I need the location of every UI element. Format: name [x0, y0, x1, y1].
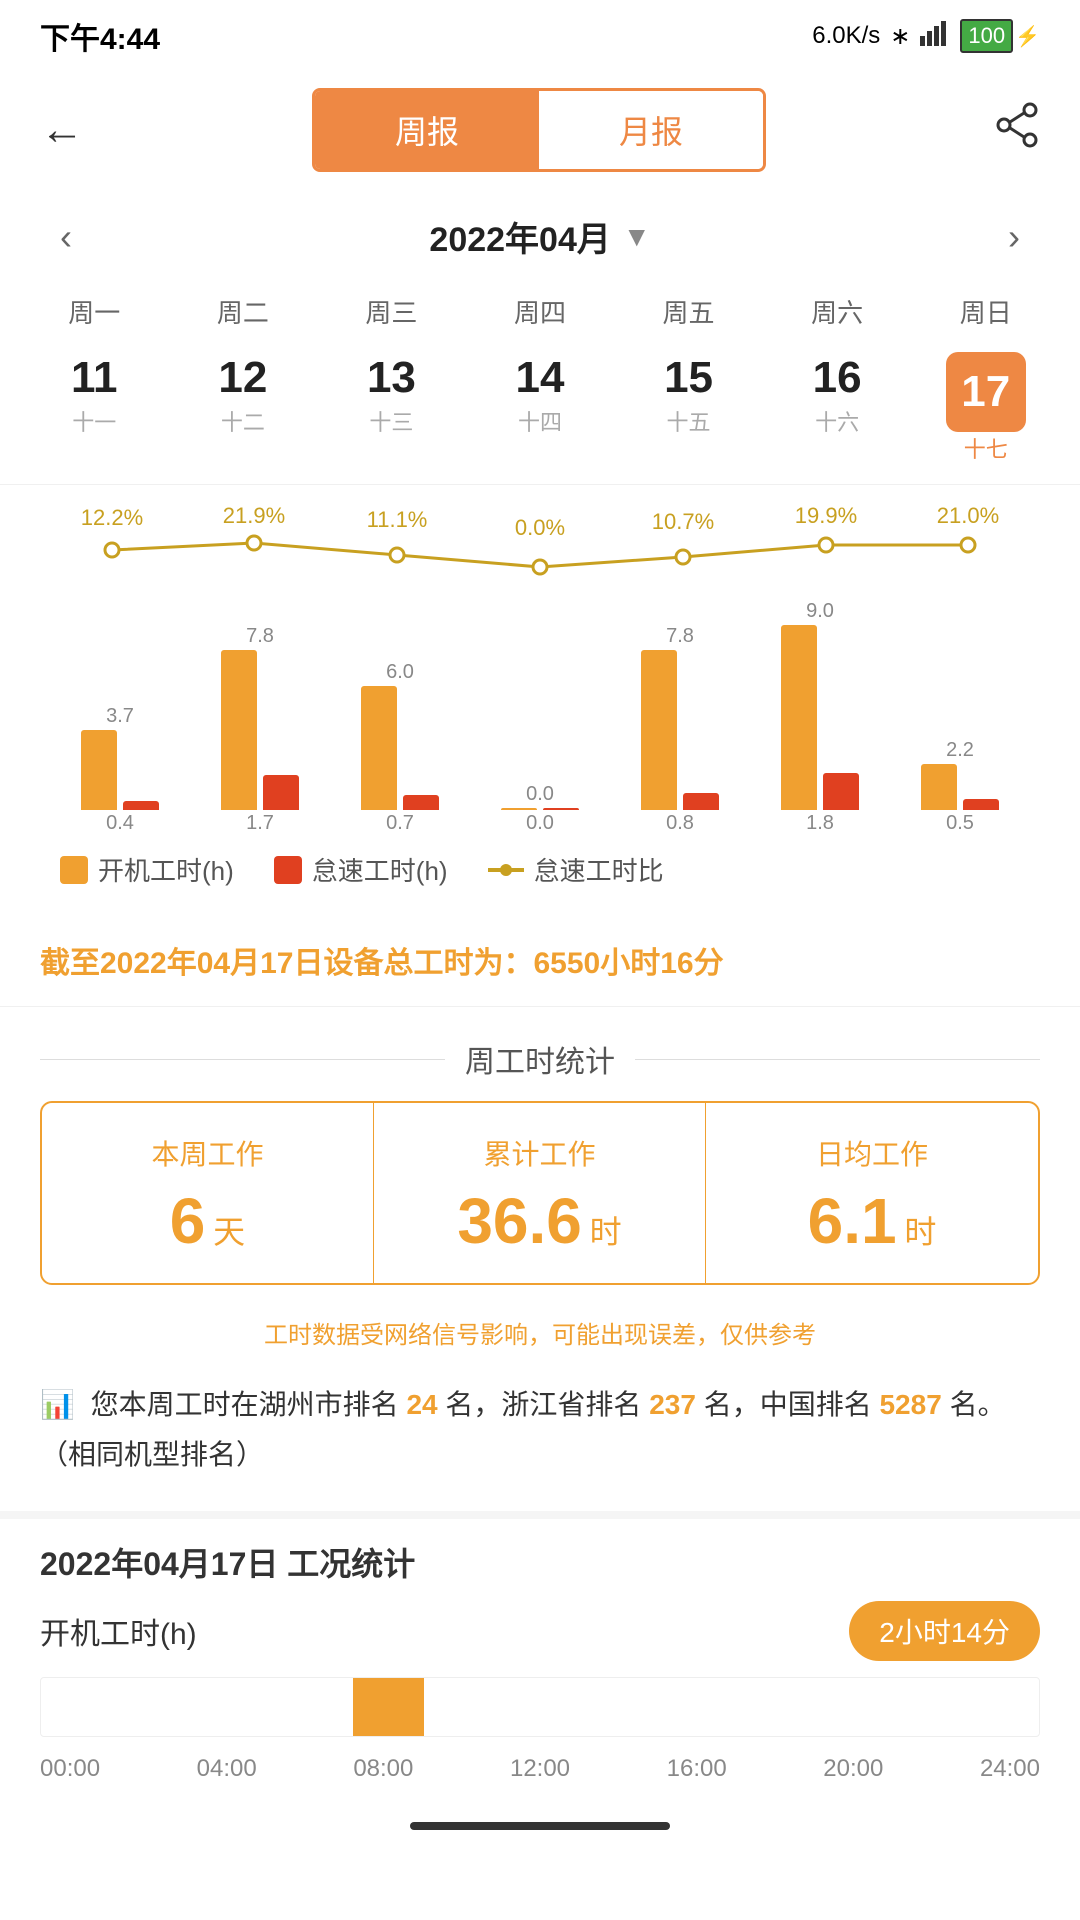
cal-day-14[interactable]: 14 十四: [466, 342, 615, 474]
ranking-icon: 📊: [40, 1389, 75, 1420]
bar-group-3: 6.0 0.7: [361, 661, 439, 835]
hours-row: 开机工时(h) 2小时14分: [40, 1601, 1040, 1661]
daily-stats-title: 2022年04月17日 工况统计: [40, 1539, 1040, 1585]
bottom-bar: [0, 1801, 1080, 1861]
svg-text:10.7%: 10.7%: [652, 509, 714, 534]
legend-orange-swatch: [60, 856, 88, 884]
header: ← 周报 月报: [0, 68, 1080, 192]
calendar-week-header: 周一 周二 周三 周四 周五 周六 周日: [0, 281, 1080, 342]
network-speed: 6.0K/s: [812, 22, 880, 50]
svg-text:11.1%: 11.1%: [367, 507, 428, 532]
cal-prev-button[interactable]: ‹: [60, 216, 72, 258]
line-chart: 12.2% 21.9% 11.1% 0.0% 10.7% 19.9% 21.0%: [40, 505, 1040, 625]
hours-label: 开机工时(h): [40, 1609, 197, 1653]
status-bar: 下午4:44 6.0K/s ∗ 100 ⚡: [0, 0, 1080, 68]
bar-group-5: 7.8 0.8: [641, 625, 719, 835]
legend-item-line: 怠速工时比: [488, 851, 664, 888]
cal-day-12[interactable]: 12 十二: [169, 342, 318, 474]
legend-item-red: 怠速工时(h): [274, 851, 448, 888]
cal-dropdown-icon[interactable]: ▼: [623, 221, 651, 253]
stat-card-cumulative: 累计工作 36.6 时: [374, 1103, 706, 1283]
cal-day-13[interactable]: 13 十三: [317, 342, 466, 474]
tab-monthly[interactable]: 月报: [539, 91, 763, 169]
stat-card-daily-avg: 日均工作 6.1 时: [706, 1103, 1038, 1283]
weekday-tue: 周二: [169, 281, 318, 342]
bar-chart: 3.7 0.4 7.8 1.7 6.0 0.7: [40, 635, 1040, 835]
week-stats-title: 周工时统计: [0, 1007, 1080, 1101]
timeline-active-period: [353, 1678, 424, 1736]
weekday-thu: 周四: [466, 281, 615, 342]
bar-group-7: 2.2 0.5: [921, 739, 999, 835]
cal-day-11[interactable]: 11 十一: [20, 342, 169, 474]
legend-red-swatch: [274, 856, 302, 884]
cal-day-16[interactable]: 16 十六: [763, 342, 912, 474]
legend-item-orange: 开机工时(h): [60, 851, 234, 888]
bar-group-6: 9.0 1.8: [781, 600, 859, 835]
daily-stats-section: 2022年04月17日 工况统计 开机工时(h) 2小时14分 00:00 04…: [0, 1511, 1080, 1801]
weekday-wed: 周三: [317, 281, 466, 342]
svg-text:19.9%: 19.9%: [795, 505, 857, 528]
stats-cards: 本周工作 6 天 累计工作 36.6 时 日均工作 6.1 时: [40, 1101, 1040, 1285]
data-disclaimer: 工时数据受网络信号影响，可能出现误差，仅供参考: [0, 1305, 1080, 1360]
back-button[interactable]: ←: [40, 105, 84, 155]
tab-group: 周报 月报: [312, 88, 766, 172]
svg-text:21.9%: 21.9%: [223, 505, 285, 528]
timeline-labels: 00:00 04:00 08:00 12:00 16:00 20:00 24:0…: [40, 1747, 1040, 1791]
weekday-fri: 周五: [614, 281, 763, 342]
share-button[interactable]: [994, 102, 1040, 159]
legend-line-swatch: [488, 868, 524, 872]
stat-card-weekly: 本周工作 6 天: [42, 1103, 374, 1283]
tab-weekly[interactable]: 周报: [315, 91, 539, 169]
bar-group-4: 0.0 0.0: [501, 783, 579, 835]
chart-legend: 开机工时(h) 怠速工时(h) 怠速工时比: [40, 835, 1040, 904]
status-icons: 6.0K/s ∗ 100 ⚡: [812, 19, 1040, 53]
cal-title: 2022年04月 ▼: [429, 212, 650, 261]
calendar-days: 11 十一 12 十二 13 十三 14 十四 15 十五 16 十六 17 十…: [0, 342, 1080, 484]
svg-text:21.0%: 21.0%: [937, 505, 999, 528]
battery-icon: 100 ⚡: [960, 19, 1040, 53]
cal-day-15[interactable]: 15 十五: [614, 342, 763, 474]
cal-day-17-today[interactable]: 17 十七: [911, 342, 1060, 474]
weekday-sun: 周日: [911, 281, 1060, 342]
signal-icon: [920, 20, 950, 53]
timeline-bar-chart: [40, 1677, 1040, 1737]
chart-section: 12.2% 21.9% 11.1% 0.0% 10.7% 19.9% 21.0%…: [0, 484, 1080, 914]
hours-badge: 2小时14分: [849, 1601, 1040, 1661]
ranking-info: 📊 您本周工时在湖州市排名 24 名，浙江省排名 237 名，中国排名 5287…: [0, 1360, 1080, 1511]
total-hours: 截至2022年04月17日设备总工时为：6550小时16分: [0, 914, 1080, 1007]
calendar-nav: ‹ 2022年04月 ▼ ›: [0, 192, 1080, 281]
bluetooth-icon: ∗: [890, 22, 910, 51]
status-time: 下午4:44: [40, 14, 160, 58]
cal-next-button[interactable]: ›: [1008, 216, 1020, 258]
home-indicator: [410, 1822, 670, 1830]
svg-text:0.0%: 0.0%: [515, 515, 565, 540]
weekday-sat: 周六: [763, 281, 912, 342]
svg-text:12.2%: 12.2%: [81, 505, 143, 530]
bar-group-2: 7.8 1.7: [221, 625, 299, 835]
bar-group-1: 3.7 0.4: [81, 705, 159, 835]
weekday-mon: 周一: [20, 281, 169, 342]
